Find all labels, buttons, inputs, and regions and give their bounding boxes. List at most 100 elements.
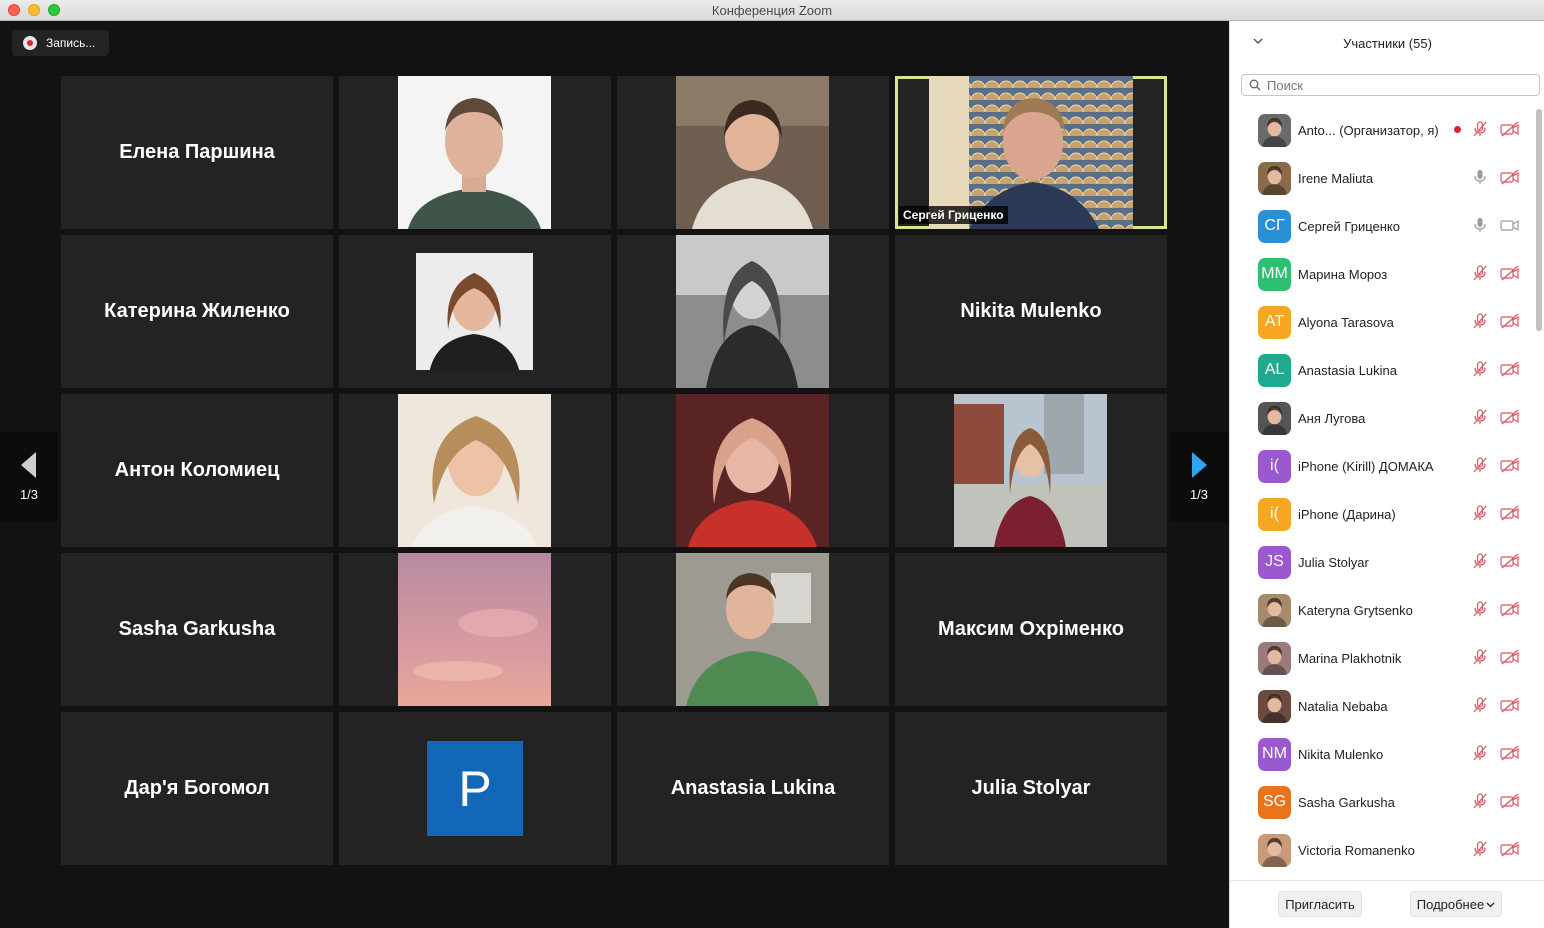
microphone-muted-icon[interactable] [1473, 841, 1487, 862]
video-tile[interactable] [339, 394, 611, 547]
video-tile[interactable] [339, 235, 611, 388]
active-speaker-tile[interactable]: Сергей Гриценко [895, 76, 1167, 229]
invite-button[interactable]: Пригласить [1278, 891, 1362, 917]
video-tile[interactable] [617, 553, 889, 706]
next-page-button[interactable]: 1/3 [1170, 432, 1228, 522]
video-tile[interactable]: Дар'я Богомол [61, 712, 333, 865]
participant-name: Nikita Mulenko [960, 300, 1102, 322]
participant-name-tag: Сергей Гриценко [899, 206, 1008, 224]
video-camera-off-icon[interactable] [1500, 313, 1520, 334]
participant-name: Natalia Nebaba [1298, 698, 1388, 714]
microphone-icon[interactable] [1473, 217, 1487, 238]
record-button[interactable]: Запись... [12, 30, 109, 56]
chevron-down-icon[interactable] [1252, 35, 1264, 47]
participant-row[interactable]: i( iPhone (Дарина) [1230, 490, 1530, 538]
video-camera-off-icon[interactable] [1500, 793, 1520, 814]
participant-row[interactable]: Irene Maliuta [1230, 154, 1530, 202]
participant-row[interactable]: i(iPhone (Kirill) ДОМАКА [1230, 442, 1530, 490]
video-tile[interactable]: Максим Охріменко [895, 553, 1167, 706]
participant-row[interactable]: Аня Лугова [1230, 394, 1530, 442]
microphone-muted-icon[interactable] [1473, 505, 1487, 526]
video-tile[interactable]: Елена Паршина [61, 76, 333, 229]
microphone-muted-icon[interactable] [1473, 265, 1487, 286]
participant-search[interactable] [1241, 74, 1540, 96]
video-camera-off-icon[interactable] [1500, 457, 1520, 478]
video-camera-off-icon[interactable] [1500, 121, 1520, 142]
video-camera-off-icon[interactable] [1500, 265, 1520, 286]
video-gallery: Запись... Елена Паршина Катерина Жиленко… [0, 21, 1229, 928]
microphone-muted-icon[interactable] [1473, 553, 1487, 574]
microphone-muted-icon[interactable] [1473, 121, 1487, 142]
video-camera-off-icon[interactable] [1500, 505, 1520, 526]
previous-page-button[interactable]: 1/3 [0, 432, 58, 522]
video-tile[interactable]: Julia Stolyar [895, 712, 1167, 865]
video-camera-off-icon[interactable] [1500, 361, 1520, 382]
participant-name: iPhone (Дарина) [1298, 506, 1396, 522]
video-camera-off-icon[interactable] [1500, 169, 1520, 190]
search-input[interactable] [1267, 77, 1527, 93]
participants-header: Участники (55) [1230, 21, 1544, 66]
video-camera-off-icon[interactable] [1500, 649, 1520, 670]
video-tile[interactable] [895, 394, 1167, 547]
participant-row[interactable]: СГ Сергей Гриценко [1230, 202, 1530, 250]
video-tile[interactable] [339, 76, 611, 229]
microphone-muted-icon[interactable] [1473, 361, 1487, 382]
window-title: Конференция Zoom [711, 3, 833, 18]
participant-photo [398, 553, 551, 706]
video-camera-icon[interactable] [1500, 217, 1520, 238]
microphone-muted-icon[interactable] [1473, 313, 1487, 334]
participant-list-scrollbar[interactable] [1536, 109, 1542, 331]
microphone-muted-icon[interactable] [1473, 745, 1487, 766]
participant-row[interactable]: Victoria Romanenko [1230, 826, 1530, 874]
microphone-icon[interactable] [1473, 169, 1487, 190]
video-tile[interactable]: P [339, 712, 611, 865]
video-tile[interactable]: Sasha Garkusha [61, 553, 333, 706]
participant-row[interactable]: AT Alyona Tarasova [1230, 298, 1530, 346]
microphone-muted-icon[interactable] [1473, 457, 1487, 478]
participant-name: Sasha Garkusha [1298, 794, 1395, 810]
participant-initials-avatar: СГ [1258, 209, 1291, 243]
video-camera-off-icon[interactable] [1500, 841, 1520, 862]
video-tile[interactable] [617, 394, 889, 547]
video-camera-off-icon[interactable] [1500, 553, 1520, 574]
participant-name: Nikita Mulenko [1298, 746, 1384, 762]
participant-photo [954, 394, 1107, 547]
participant-initials-avatar: i( [1258, 497, 1291, 531]
search-icon [1249, 79, 1261, 91]
video-tile[interactable]: Anastasia Lukina [617, 712, 889, 865]
microphone-muted-icon[interactable] [1473, 409, 1487, 430]
participant-row[interactable]: ММ Марина Мороз [1230, 250, 1530, 298]
video-camera-off-icon[interactable] [1500, 601, 1520, 622]
page-indicator: 1/3 [19, 487, 39, 502]
participant-row[interactable]: NM Nikita Mulenko [1230, 730, 1530, 778]
participant-initials: NM [1262, 745, 1287, 762]
video-camera-off-icon[interactable] [1500, 745, 1520, 766]
microphone-muted-icon[interactable] [1473, 793, 1487, 814]
microphone-muted-icon[interactable] [1473, 697, 1487, 718]
video-camera-off-icon[interactable] [1500, 697, 1520, 718]
participant-photo [398, 76, 551, 229]
title-bar: Конференция Zoom [0, 0, 1544, 21]
participant-initials: i( [1270, 457, 1279, 474]
microphone-muted-icon[interactable] [1473, 649, 1487, 670]
participants-panel: Участники (55) Anto... (Организатор, я) I… [1229, 21, 1544, 928]
video-tile[interactable] [617, 76, 889, 229]
more-button[interactable]: Подробнее [1410, 891, 1502, 917]
video-tile[interactable]: Катерина Жиленко [61, 235, 333, 388]
video-tile[interactable]: Антон Коломиец [61, 394, 333, 547]
participant-row[interactable]: Marina Plakhotnik [1230, 634, 1530, 682]
video-tile[interactable] [339, 553, 611, 706]
participant-photo [676, 394, 829, 547]
participant-name: Anto... (Организатор, я) [1298, 122, 1439, 138]
video-tile[interactable] [617, 235, 889, 388]
video-camera-off-icon[interactable] [1500, 409, 1520, 430]
participant-row[interactable]: SG Sasha Garkusha [1230, 778, 1530, 826]
participant-row[interactable]: AL Anastasia Lukina [1230, 346, 1530, 394]
microphone-muted-icon[interactable] [1473, 601, 1487, 622]
video-tile[interactable]: Nikita Mulenko [895, 235, 1167, 388]
participant-row[interactable]: Kateryna Grytsenko [1230, 586, 1530, 634]
participant-photo-avatar [1258, 689, 1291, 723]
participant-row[interactable]: Anto... (Организатор, я) [1230, 106, 1530, 154]
participant-row[interactable]: Natalia Nebaba [1230, 682, 1530, 730]
participant-row[interactable]: JS Julia Stolyar [1230, 538, 1530, 586]
